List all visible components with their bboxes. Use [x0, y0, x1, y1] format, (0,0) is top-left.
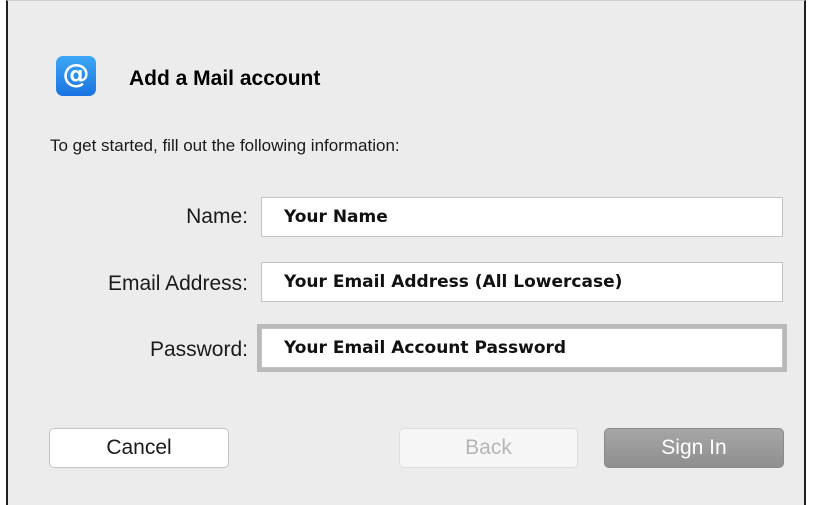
sign-in-button[interactable]: Sign In: [604, 428, 784, 468]
email-address-label: Email Address:: [107, 272, 248, 295]
mail-at-icon: @: [56, 56, 96, 96]
name-field-value: Your Name: [284, 207, 388, 227]
name-label: Name:: [186, 205, 248, 228]
dialog-title: Add a Mail account: [129, 67, 321, 90]
password-label: Password:: [149, 338, 248, 361]
intro-text: To get started, fill out the following i…: [50, 136, 400, 155]
cancel-button[interactable]: Cancel: [49, 428, 229, 468]
email-address-field-value: Your Email Address (All Lowercase): [284, 272, 623, 292]
password-field[interactable]: Your Email Account Password: [257, 324, 787, 372]
back-button[interactable]: Back: [399, 428, 578, 468]
add-mail-account-dialog: @ Add a Mail account To get started, fil…: [6, 0, 806, 505]
name-field[interactable]: Your Name: [261, 197, 783, 237]
password-field-value: Your Email Account Password: [284, 338, 567, 358]
mail-at-glyph: @: [62, 59, 90, 90]
email-address-field[interactable]: Your Email Address (All Lowercase): [261, 262, 783, 302]
